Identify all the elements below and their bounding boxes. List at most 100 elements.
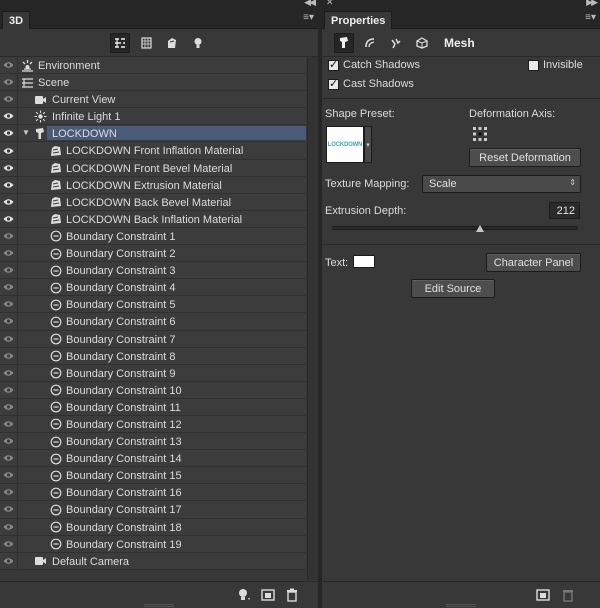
catch-shadows-checkbox[interactable]: Catch Shadows bbox=[328, 58, 420, 71]
cast-shadows-checkbox[interactable]: Cast Shadows bbox=[328, 77, 414, 90]
mesh-filter-icon[interactable] bbox=[136, 33, 156, 53]
visibility-eye-icon[interactable] bbox=[0, 415, 18, 433]
panel-menu-icon[interactable]: ≡▾ bbox=[585, 12, 596, 23]
mesh-tab-icon[interactable] bbox=[334, 32, 354, 53]
layer-row[interactable]: Boundary Constraint 14 bbox=[0, 450, 306, 468]
shape-preset-dropdown-arrow[interactable]: ▾ bbox=[364, 126, 372, 163]
visibility-eye-icon[interactable] bbox=[0, 364, 18, 381]
edit-source-button[interactable]: Edit Source bbox=[411, 279, 495, 298]
layer-row[interactable]: Boundary Constraint 2 bbox=[0, 245, 306, 263]
layer-row[interactable]: Boundary Constraint 9 bbox=[0, 364, 306, 382]
reset-deformation-button[interactable]: Reset Deformation bbox=[469, 148, 581, 167]
visibility-eye-icon[interactable] bbox=[0, 142, 18, 159]
text-color-swatch[interactable] bbox=[353, 255, 375, 268]
cast-shadows-check[interactable] bbox=[328, 77, 339, 90]
texture-mapping-select[interactable]: Scale ⇕ bbox=[422, 175, 581, 193]
character-panel-button[interactable]: Character Panel bbox=[486, 253, 581, 272]
visibility-eye-icon[interactable] bbox=[0, 313, 18, 330]
layer-row[interactable]: Boundary Constraint 7 bbox=[0, 330, 306, 348]
invisible-check[interactable] bbox=[528, 59, 539, 71]
visibility-eye-icon[interactable] bbox=[0, 159, 18, 176]
visibility-eye-icon[interactable] bbox=[0, 381, 18, 398]
material-filter-icon[interactable] bbox=[162, 33, 182, 53]
visibility-eye-icon[interactable] bbox=[0, 398, 18, 415]
cap-tab-icon[interactable] bbox=[386, 33, 406, 53]
layer-row[interactable]: Boundary Constraint 13 bbox=[0, 433, 306, 451]
collapse-panels-icon[interactable]: ◀◀ bbox=[304, 0, 316, 8]
layer-row[interactable]: Current View bbox=[0, 91, 306, 109]
layer-row[interactable]: Boundary Constraint 17 bbox=[0, 501, 306, 519]
render-icon[interactable] bbox=[260, 587, 276, 603]
invisible-checkbox[interactable]: Invisible bbox=[528, 59, 583, 71]
visibility-eye-icon[interactable] bbox=[0, 347, 18, 364]
layer-row[interactable]: Boundary Constraint 15 bbox=[0, 467, 306, 485]
layer-row[interactable]: Boundary Constraint 12 bbox=[0, 415, 306, 434]
visibility-eye-icon[interactable] bbox=[0, 227, 18, 245]
catch-shadows-check[interactable] bbox=[328, 58, 339, 71]
layer-row[interactable]: Boundary Constraint 16 bbox=[0, 484, 306, 502]
deformation-axis-grid-icon[interactable] bbox=[472, 126, 488, 142]
tab-properties[interactable]: Properties bbox=[324, 11, 393, 29]
layer-row[interactable]: Boundary Constraint 1 bbox=[0, 227, 306, 246]
layer-row[interactable]: ▼ LOCKDOWN bbox=[0, 125, 306, 143]
extrusion-depth-field[interactable]: 212 bbox=[549, 202, 580, 219]
panel-menu-icon[interactable]: ≡▾ bbox=[303, 12, 314, 23]
visibility-eye-icon[interactable] bbox=[0, 484, 18, 501]
visibility-eye-icon[interactable] bbox=[0, 176, 18, 193]
layer-row[interactable]: LOCKDOWN Back Inflation Material bbox=[0, 210, 306, 228]
visibility-eye-icon[interactable] bbox=[0, 535, 18, 552]
close-icon[interactable]: ✕ bbox=[326, 0, 334, 8]
visibility-eye-icon[interactable] bbox=[0, 108, 18, 125]
layer-row[interactable]: Boundary Constraint 19 bbox=[0, 535, 306, 553]
visibility-eye-icon[interactable] bbox=[0, 433, 18, 450]
layer-row[interactable]: LOCKDOWN Front Inflation Material bbox=[0, 142, 306, 160]
panel-resize-grip[interactable] bbox=[144, 604, 174, 607]
visibility-eye-icon[interactable] bbox=[0, 193, 18, 210]
add-light-icon[interactable] bbox=[236, 587, 252, 603]
visibility-eye-icon[interactable] bbox=[0, 330, 18, 347]
layer-row[interactable]: Default Camera bbox=[0, 552, 306, 570]
visibility-eye-icon[interactable] bbox=[0, 296, 18, 313]
extrusion-depth-slider[interactable] bbox=[332, 226, 578, 230]
layer-row[interactable]: Boundary Constraint 3 bbox=[0, 262, 306, 280]
layer-row[interactable]: Infinite Light 1 bbox=[0, 108, 306, 126]
visibility-eye-icon[interactable] bbox=[0, 74, 18, 91]
collapse-panels-icon[interactable]: ▶▶ bbox=[586, 0, 598, 8]
visibility-eye-icon[interactable] bbox=[0, 279, 18, 296]
layer-row[interactable]: Environment bbox=[0, 57, 306, 75]
visibility-eye-icon[interactable] bbox=[0, 57, 18, 74]
trash-icon[interactable] bbox=[284, 587, 300, 603]
visibility-eye-icon[interactable] bbox=[0, 501, 18, 518]
layer-row[interactable]: Boundary Constraint 8 bbox=[0, 347, 306, 365]
shape-preset-thumbnail[interactable]: LOCKDOWN bbox=[326, 126, 364, 163]
layer-row[interactable]: Scene bbox=[0, 74, 306, 92]
layer-row[interactable]: Boundary Constraint 4 bbox=[0, 279, 306, 297]
layer-list-scrollbar[interactable] bbox=[307, 57, 318, 580]
layer-row[interactable]: Boundary Constraint 18 bbox=[0, 518, 306, 536]
render-icon[interactable] bbox=[535, 587, 551, 603]
coordinates-tab-icon[interactable] bbox=[412, 33, 432, 53]
layer-row[interactable]: LOCKDOWN Back Bevel Material bbox=[0, 193, 306, 211]
layer-row[interactable]: Boundary Constraint 5 bbox=[0, 296, 306, 314]
visibility-eye-icon[interactable] bbox=[0, 245, 18, 262]
deform-tab-icon[interactable] bbox=[360, 33, 380, 53]
disclosure-triangle-icon[interactable]: ▼ bbox=[22, 128, 30, 137]
layer-row[interactable]: LOCKDOWN Extrusion Material bbox=[0, 176, 306, 194]
visibility-eye-icon[interactable] bbox=[0, 552, 18, 569]
layer-row[interactable]: Boundary Constraint 6 bbox=[0, 313, 306, 331]
trash-icon[interactable] bbox=[560, 587, 576, 603]
panel-resize-grip[interactable] bbox=[446, 604, 476, 607]
tab-3d[interactable]: 3D bbox=[2, 11, 31, 29]
layer-row[interactable]: LOCKDOWN Front Bevel Material bbox=[0, 159, 306, 177]
light-filter-icon[interactable] bbox=[188, 33, 208, 53]
visibility-eye-icon[interactable] bbox=[0, 91, 18, 108]
extrusion-depth-slider-thumb[interactable] bbox=[475, 225, 484, 232]
visibility-eye-icon[interactable] bbox=[0, 467, 18, 484]
layer-row[interactable]: Boundary Constraint 10 bbox=[0, 381, 306, 399]
layer-row[interactable]: Boundary Constraint 11 bbox=[0, 398, 306, 416]
visibility-eye-icon[interactable] bbox=[0, 125, 18, 142]
visibility-eye-icon[interactable] bbox=[0, 262, 18, 279]
whole-scene-filter-icon[interactable] bbox=[110, 32, 130, 53]
visibility-eye-icon[interactable] bbox=[0, 210, 18, 227]
visibility-eye-icon[interactable] bbox=[0, 450, 18, 467]
